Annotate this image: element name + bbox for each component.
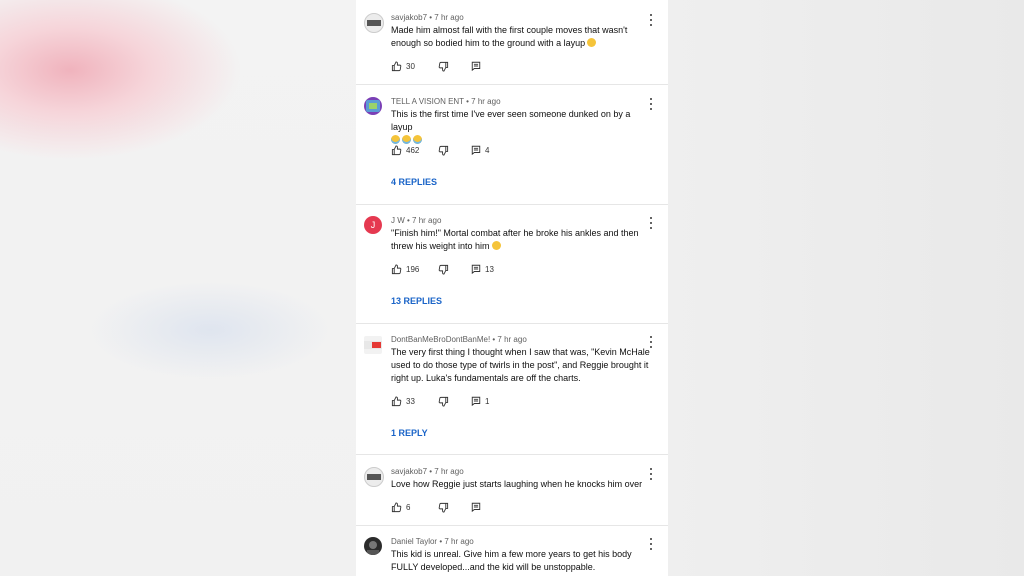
dislike-button[interactable] <box>438 145 471 156</box>
dislike-button[interactable] <box>438 264 471 275</box>
comment-time: 7 hr ago <box>412 216 442 225</box>
thumbs-up-icon <box>391 395 402 406</box>
comment: savjakob7 • 7 hr ago Love how Reggie jus… <box>356 455 668 526</box>
avatar[interactable] <box>364 97 382 115</box>
reply-button[interactable]: 1 <box>471 396 489 406</box>
thumbs-down-icon <box>438 145 449 156</box>
reply-count: 4 <box>485 145 490 155</box>
comment-actions: 30 <box>391 60 481 72</box>
thumbs-up-icon <box>391 263 402 274</box>
view-replies-link[interactable]: 4 REPLIES <box>391 177 437 187</box>
comment-actions: 33 1 <box>391 395 489 407</box>
author-name[interactable]: savjakob7 <box>391 13 427 22</box>
thumbs-down-icon <box>438 502 449 513</box>
reply-icon <box>471 61 481 71</box>
thumbs-up-icon <box>391 60 402 71</box>
comment-meta: Daniel Taylor • 7 hr ago <box>391 537 474 546</box>
reply-icon <box>471 145 481 155</box>
comment-time: 7 hr ago <box>434 467 464 476</box>
crying-emoji <box>413 135 422 144</box>
reply-count: 13 <box>485 264 494 274</box>
comment-time: 7 hr ago <box>497 335 527 344</box>
thumbs-down-icon <box>438 61 449 72</box>
dislike-button[interactable] <box>438 502 471 513</box>
reply-count: 1 <box>485 396 490 406</box>
avatar-letter: J <box>370 220 376 230</box>
view-replies-link[interactable]: 1 REPLY <box>391 428 428 438</box>
comment-text: This is the first time I've ever seen so… <box>391 108 653 147</box>
comment-meta: J W • 7 hr ago <box>391 216 442 225</box>
comment: DontBanMeBroDontBanMe! • 7 hr ago The ve… <box>356 324 668 455</box>
dislike-button[interactable] <box>438 61 471 72</box>
comment-meta: TELL A VISION ENT • 7 hr ago <box>391 97 501 106</box>
like-count: 462 <box>406 145 420 155</box>
comment-time: 7 hr ago <box>444 537 474 546</box>
comment-actions: 6 <box>391 501 481 513</box>
comment-meta: savjakob7 • 7 hr ago <box>391 467 464 476</box>
like-count: 6 <box>406 502 411 512</box>
comment-text: Love how Reggie just starts laughing whe… <box>391 479 643 489</box>
comment-text: Made him almost fall with the first coup… <box>391 25 628 48</box>
like-count: 33 <box>406 396 415 406</box>
thumbs-up-icon <box>391 501 402 512</box>
laughing-emoji <box>587 38 597 47</box>
dislike-button[interactable] <box>438 396 471 407</box>
like-button[interactable]: 6 <box>391 501 438 513</box>
author-name[interactable]: Daniel Taylor <box>391 537 437 546</box>
reply-button[interactable] <box>471 502 481 512</box>
avatar[interactable] <box>364 336 382 354</box>
like-count: 196 <box>406 264 420 274</box>
view-replies-link[interactable]: 13 REPLIES <box>391 296 442 306</box>
avatar[interactable] <box>364 537 382 555</box>
author-name[interactable]: savjakob7 <box>391 467 427 476</box>
like-button[interactable]: 462 <box>391 144 438 156</box>
reply-icon <box>471 264 481 274</box>
author-name[interactable]: TELL A VISION ENT <box>391 97 464 106</box>
avatar[interactable] <box>364 467 384 487</box>
comment-time: 7 hr ago <box>434 13 464 22</box>
comment-text: This kid is unreal. Give him a few more … <box>391 549 632 572</box>
reply-button[interactable]: 4 <box>471 145 489 155</box>
comment: TELL A VISION ENT • 7 hr ago This is the… <box>356 85 668 205</box>
comment-text: The very first thing I thought when I sa… <box>391 347 650 383</box>
reply-icon <box>471 502 481 512</box>
author-name[interactable]: DontBanMeBroDontBanMe! <box>391 335 490 344</box>
like-count: 30 <box>406 61 415 71</box>
crying-emoji <box>391 135 400 144</box>
like-button[interactable]: 33 <box>391 395 438 407</box>
author-name[interactable]: J W <box>391 216 405 225</box>
crying-emoji <box>402 135 411 144</box>
reply-button[interactable]: 13 <box>471 264 494 274</box>
like-button[interactable]: 30 <box>391 60 438 72</box>
comment: savjakob7 • 7 hr ago Made him almost fal… <box>356 0 668 85</box>
comments-panel: savjakob7 • 7 hr ago Made him almost fal… <box>356 0 668 576</box>
comment: J J W • 7 hr ago "Finish him!" Mortal co… <box>356 205 668 324</box>
comment: Daniel Taylor • 7 hr ago This kid is unr… <box>356 526 668 576</box>
like-button[interactable]: 196 <box>391 263 438 275</box>
thumbs-up-icon <box>391 144 402 155</box>
background-blur-right <box>668 0 1024 576</box>
avatar[interactable]: J <box>364 216 382 234</box>
comment-actions: 196 13 <box>391 263 494 275</box>
reply-button[interactable] <box>471 61 481 71</box>
comment-actions: 462 4 <box>391 144 489 156</box>
comment-time: 7 hr ago <box>471 97 501 106</box>
comment-text: "Finish him!" Mortal combat after he bro… <box>391 228 639 251</box>
thumbs-down-icon <box>438 396 449 407</box>
reply-icon <box>471 396 481 406</box>
grinning-emoji <box>491 241 501 250</box>
thumbs-down-icon <box>438 264 449 275</box>
avatar[interactable] <box>364 13 384 33</box>
comment-meta: DontBanMeBroDontBanMe! • 7 hr ago <box>391 335 527 344</box>
comment-meta: savjakob7 • 7 hr ago <box>391 13 464 22</box>
